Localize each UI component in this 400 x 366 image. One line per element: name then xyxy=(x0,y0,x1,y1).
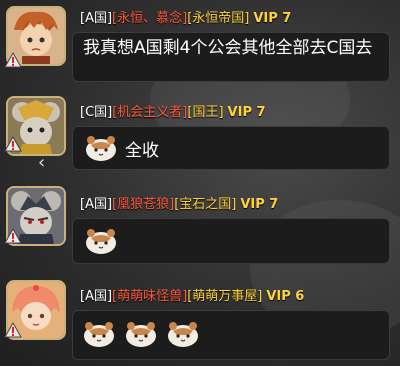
hamster-emoji-icon xyxy=(126,322,156,347)
message-bubble xyxy=(72,310,390,360)
message-header: [C国][机会主义者][国王] VIP 7 xyxy=(80,104,266,122)
hamster-emoji-icon xyxy=(86,229,116,254)
hamster-emoji-icon xyxy=(84,322,114,347)
country-tag: [A国] xyxy=(80,11,113,26)
country-tag: [A国] xyxy=(80,289,113,304)
message-header: [A国][凰狼苍狼][宝石之国] VIP 7 xyxy=(80,196,278,214)
country-tag: [A国] xyxy=(80,197,113,212)
player-name[interactable]: [永恒、慕念] xyxy=(112,11,187,26)
player-name[interactable]: [机会主义者] xyxy=(112,105,187,120)
warning-icon[interactable] xyxy=(4,52,22,68)
guild-tag[interactable]: [国王] xyxy=(187,105,223,120)
player-name[interactable]: [萌萌味怪兽] xyxy=(112,289,187,304)
guild-tag[interactable]: [永恒帝国] xyxy=(187,11,249,26)
vip-badge: VIP 7 xyxy=(253,11,292,26)
guild-tag[interactable]: [宝石之国] xyxy=(174,197,236,212)
country-tag: [C国] xyxy=(80,105,113,120)
vip-badge: VIP 7 xyxy=(227,105,266,120)
player-name[interactable]: [凰狼苍狼] xyxy=(112,197,174,212)
guild-tag[interactable]: [萌萌万事屋] xyxy=(187,289,262,304)
chat-message: [A国][永恒、慕念][永恒帝国] VIP 7 我真想A国剩4个公会其他全部去C国… xyxy=(0,0,400,92)
message-text: 我真想A国剩4个公会其他全部去C国去 xyxy=(83,38,373,58)
message-bubble: 我真想A国剩4个公会其他全部去C国去 xyxy=(72,32,390,82)
message-bubble xyxy=(72,218,390,264)
warning-icon[interactable] xyxy=(4,228,22,244)
warning-icon[interactable] xyxy=(4,136,22,152)
chat-message: [A国][凰狼苍狼][宝石之国] VIP 7 xyxy=(0,182,400,274)
vip-badge: VIP 6 xyxy=(266,289,305,304)
hamster-emoji-icon xyxy=(168,322,198,347)
chevron-left-icon[interactable]: ‹ xyxy=(38,152,45,173)
message-text: 全收 xyxy=(125,140,159,161)
chat-message: [A国][萌萌味怪兽][萌萌万事屋] VIP 6 xyxy=(0,274,400,366)
chat-message: [C国][机会主义者][国王] VIP 7 全收 xyxy=(0,92,400,182)
warning-icon[interactable] xyxy=(4,322,22,338)
message-header: [A国][永恒、慕念][永恒帝国] VIP 7 xyxy=(80,10,291,28)
message-header: [A国][萌萌味怪兽][萌萌万事屋] VIP 6 xyxy=(80,288,304,306)
message-bubble: 全收 xyxy=(72,126,390,170)
vip-badge: VIP 7 xyxy=(240,197,279,212)
hamster-emoji-icon xyxy=(86,136,116,161)
